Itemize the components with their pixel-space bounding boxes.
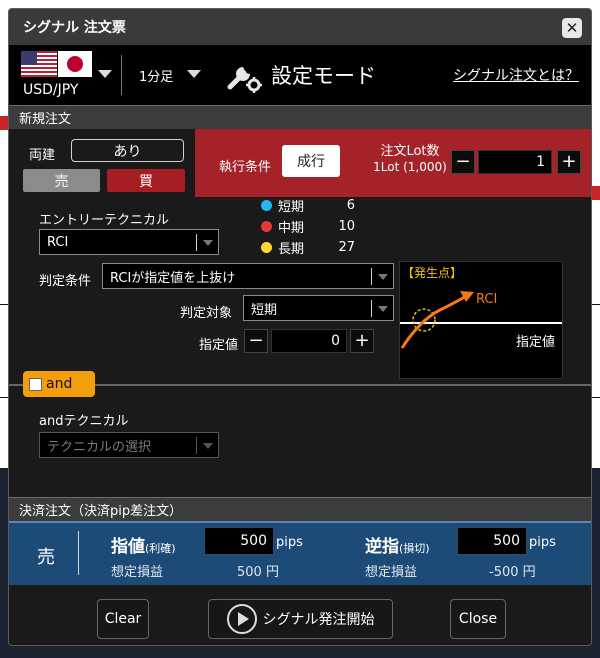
divider bbox=[78, 531, 79, 575]
us-flag-icon bbox=[21, 51, 57, 77]
and-technical-select[interactable]: テクニカルの選択 bbox=[39, 432, 219, 458]
ryodate-label: 両建 bbox=[29, 148, 56, 163]
chart-candle bbox=[592, 186, 600, 200]
judge-condition-select[interactable]: RCIが指定値を上抜け bbox=[102, 263, 394, 289]
stop-unit: pips bbox=[529, 535, 556, 550]
judge-target-value: 短期 bbox=[251, 302, 278, 318]
limit-pl-label: 想定損益 bbox=[111, 565, 164, 580]
divider bbox=[121, 55, 122, 95]
diagram-series-label: RCI bbox=[476, 292, 498, 307]
and-checkbox[interactable] bbox=[29, 377, 42, 391]
settlement-header: 決済注文（決済pip差注文） bbox=[9, 497, 591, 521]
period-mid-label: 中期 bbox=[278, 221, 305, 236]
buy-button[interactable]: 買 bbox=[107, 169, 185, 192]
and-technical-section: andテクニカル テクニカルの選択 bbox=[9, 390, 591, 497]
stop-title: 逆指(損切) bbox=[365, 532, 430, 557]
crossover-arrow-icon bbox=[400, 291, 474, 349]
yellow-dot-icon bbox=[261, 242, 272, 253]
exec-condition-label: 執行条件 bbox=[219, 160, 272, 175]
chevron-down-icon[interactable] bbox=[98, 70, 112, 78]
chart-candle bbox=[0, 116, 8, 130]
entry-technical-value: RCI bbox=[47, 234, 69, 250]
threshold-decrement-button[interactable]: − bbox=[244, 329, 268, 353]
and-technical-label: andテクニカル bbox=[39, 414, 129, 429]
period-mid-value: 10 bbox=[338, 219, 355, 234]
judge-target-select[interactable]: 短期 bbox=[243, 295, 394, 321]
limit-pl-value: 500 円 bbox=[237, 565, 279, 580]
limit-title: 指値(利確) bbox=[111, 532, 176, 557]
period-long: 長期 27 bbox=[261, 238, 355, 257]
japan-flag-icon bbox=[58, 51, 92, 77]
judge-condition-value: RCIが指定値を上抜け bbox=[110, 270, 236, 286]
chevron-down-icon[interactable] bbox=[187, 70, 201, 78]
dialog-title: シグナル 注文票 bbox=[23, 20, 126, 36]
judge-condition-label: 判定条件 bbox=[39, 274, 92, 289]
stop-subtitle: (損切) bbox=[399, 542, 430, 555]
market-order-button[interactable]: 成行 bbox=[282, 145, 340, 177]
stop-pips-input[interactable]: 500 bbox=[457, 527, 527, 555]
red-dot-icon bbox=[261, 221, 272, 232]
limit-title-text: 指値 bbox=[111, 537, 145, 557]
limit-pips-input[interactable]: 500 bbox=[204, 527, 274, 555]
timeframe-label[interactable]: 1分足 bbox=[139, 66, 173, 85]
lot-quantity-input[interactable]: 1 bbox=[478, 150, 552, 174]
mode-label: 設定モード bbox=[271, 64, 376, 88]
close-icon[interactable]: ✕ bbox=[562, 18, 582, 38]
lot-unit-label: 1Lot (1,000) bbox=[373, 160, 447, 174]
dialog-footer: Clear シグナル発注開始 Close bbox=[9, 585, 591, 645]
judge-target-label: 判定対象 bbox=[180, 306, 233, 321]
divider bbox=[9, 384, 591, 386]
stop-title-text: 逆指 bbox=[365, 537, 399, 557]
limit-subtitle: (利確) bbox=[145, 542, 176, 555]
signal-order-dialog: シグナル 注文票 ✕ USD/JPY 1分足 設定モード シグナル注文とは？ 新… bbox=[8, 8, 592, 646]
currency-pair-selector[interactable] bbox=[21, 51, 93, 77]
new-order-section: 両建 あり 売 買 執行条件 成行 注文Lot数 1Lot (1,000) − … bbox=[9, 129, 591, 397]
lot-label: 注文Lot数 bbox=[380, 144, 440, 159]
settings-wrench-icon[interactable] bbox=[224, 57, 262, 93]
settlement-panel: 売 指値(利確) 500 pips 想定損益 500 円 逆指(損切) 500 … bbox=[9, 521, 591, 585]
new-order-header: 新規注文 bbox=[9, 105, 591, 129]
period-mid: 中期 10 bbox=[261, 217, 355, 236]
lot-decrement-button[interactable]: − bbox=[451, 150, 475, 174]
entry-technical-label: エントリーテクニカル bbox=[39, 213, 170, 228]
limit-unit: pips bbox=[276, 535, 303, 550]
period-short: 短期 6 bbox=[261, 196, 355, 215]
diagram-threshold-label: 指定値 bbox=[516, 335, 556, 350]
period-long-value: 27 bbox=[338, 240, 355, 255]
instrument-bar: USD/JPY 1分足 設定モード シグナル注文とは？ bbox=[9, 45, 591, 105]
ryodate-toggle[interactable]: あり bbox=[71, 139, 184, 162]
sell-button[interactable]: 売 bbox=[23, 169, 100, 192]
settlement-side: 売 bbox=[37, 547, 55, 568]
period-short-label: 短期 bbox=[278, 200, 305, 215]
execution-panel: 執行条件 成行 注文Lot数 1Lot (1,000) − 1 + bbox=[195, 129, 591, 197]
stop-pl-label: 想定損益 bbox=[365, 565, 418, 580]
clear-button[interactable]: Clear bbox=[97, 599, 149, 639]
play-icon bbox=[226, 604, 257, 634]
threshold-input[interactable]: 0 bbox=[271, 329, 347, 353]
close-button[interactable]: Close bbox=[450, 599, 506, 639]
threshold-increment-button[interactable]: + bbox=[350, 329, 374, 353]
threshold-label: 指定値 bbox=[199, 338, 239, 353]
signal-diagram: 【発生点】 RCI 指定値 bbox=[399, 261, 563, 379]
cyan-dot-icon bbox=[261, 200, 272, 211]
start-signal-button[interactable]: シグナル発注開始 bbox=[208, 599, 393, 639]
period-long-label: 長期 bbox=[278, 242, 305, 257]
and-technical-placeholder: テクニカルの選択 bbox=[47, 439, 152, 455]
period-short-value: 6 bbox=[346, 198, 355, 213]
dialog-titlebar: シグナル 注文票 ✕ bbox=[9, 9, 591, 45]
currency-pair-label: USD/JPY bbox=[23, 82, 79, 98]
start-signal-label: シグナル発注開始 bbox=[262, 612, 375, 628]
lot-increment-button[interactable]: + bbox=[557, 150, 581, 174]
entry-technical-select[interactable]: RCI bbox=[39, 229, 219, 255]
stop-pl-value: -500 円 bbox=[489, 565, 536, 580]
help-link[interactable]: シグナル注文とは？ bbox=[453, 65, 579, 85]
